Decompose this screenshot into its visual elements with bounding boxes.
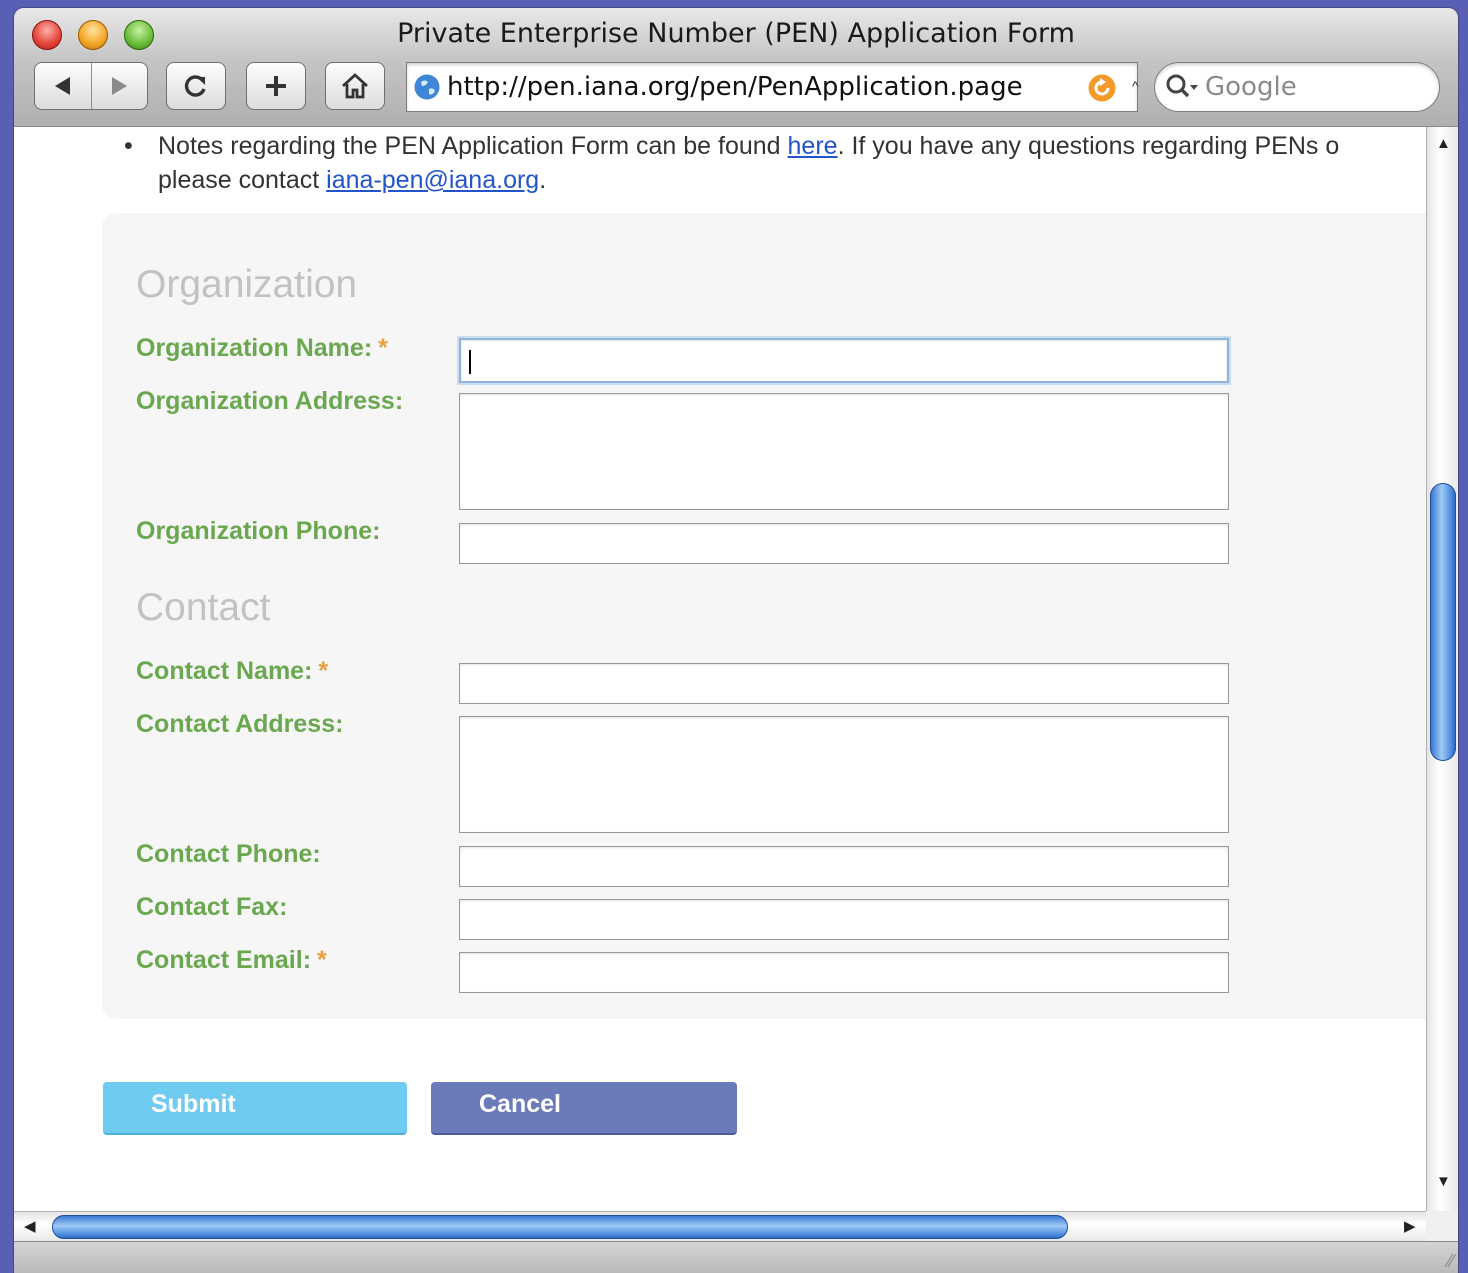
page-content: • Notes regarding the PEN Application Fo… <box>14 127 1426 1211</box>
contact-email-input[interactable] <box>459 952 1229 993</box>
notes-line-2: please contact iana-pen@iana.org. <box>158 163 546 197</box>
title-bar: Private Enterprise Number (PEN) Applicat… <box>14 8 1458 127</box>
address-bar[interactable]: http://pen.iana.org/pen/PenApplication.p… <box>406 62 1138 112</box>
scroll-left-arrow-icon[interactable]: ◀ <box>24 1217 36 1235</box>
contact-name-label-text: Contact Name: <box>136 657 313 685</box>
snapback-icon[interactable] <box>1087 73 1117 103</box>
contact-email-label: Contact Email: * <box>136 946 327 975</box>
window-title: Private Enterprise Number (PEN) Applicat… <box>397 18 1075 49</box>
required-marker: * <box>378 334 388 362</box>
notes-text: Notes regarding the PEN Application Form… <box>158 132 788 160</box>
organization-phone-label: Organization Phone: <box>136 517 381 545</box>
required-marker: * <box>318 657 329 685</box>
home-icon <box>342 73 368 99</box>
search-icon <box>1166 74 1198 98</box>
organization-address-textarea[interactable] <box>459 393 1229 510</box>
contact-fax-label: Contact Fax: <box>136 893 288 921</box>
status-bar: ⁄⁄ <box>14 1241 1458 1273</box>
contact-email-link[interactable]: iana-pen@iana.org <box>326 166 539 194</box>
forward-arrow-icon <box>112 77 128 95</box>
home-button[interactable] <box>325 62 385 110</box>
back-button[interactable] <box>35 63 91 109</box>
organization-name-label: Organization Name: * <box>136 334 388 363</box>
reload-icon <box>184 75 206 97</box>
globe-icon <box>414 74 440 100</box>
organization-name-input[interactable] <box>459 338 1229 383</box>
submit-button[interactable]: Submit <box>103 1082 407 1135</box>
browser-window: Private Enterprise Number (PEN) Applicat… <box>14 8 1458 1273</box>
contact-prefix-text: please contact <box>158 166 327 194</box>
resize-grip-icon[interactable]: ⁄⁄ <box>1448 1251 1454 1272</box>
forward-button[interactable] <box>92 63 148 109</box>
notes-text-after: . If you have any questions regarding PE… <box>837 132 1340 160</box>
contact-name-label: Contact Name: * <box>136 657 328 686</box>
contact-address-label: Contact Address: <box>136 710 344 738</box>
text-cursor <box>469 350 471 374</box>
required-marker: * <box>317 946 327 974</box>
vertical-scroll-thumb[interactable] <box>1430 483 1456 761</box>
organization-heading: Organization <box>136 263 358 306</box>
bullet-dot: • <box>124 132 133 160</box>
scroll-corner <box>1426 1211 1458 1241</box>
scroll-up-arrow-icon[interactable]: ▲ <box>1436 135 1451 152</box>
horizontal-scrollbar[interactable]: ◀ ▶ <box>14 1211 1426 1242</box>
caret-up-icon[interactable]: ^ <box>1132 78 1139 94</box>
contact-email-label-text: Contact Email: <box>136 946 312 974</box>
organization-phone-input[interactable] <box>459 523 1229 564</box>
back-arrow-icon <box>54 77 70 95</box>
back-forward-group <box>34 62 148 110</box>
contact-phone-input[interactable] <box>459 846 1229 887</box>
contact-address-textarea[interactable] <box>459 716 1229 833</box>
add-bookmark-button[interactable] <box>246 62 306 110</box>
contact-suffix-text: . <box>539 166 547 194</box>
cancel-button[interactable]: Cancel <box>431 1082 737 1135</box>
scroll-down-arrow-icon[interactable]: ▼ <box>1436 1173 1451 1190</box>
plus-icon <box>266 76 286 96</box>
notes-line-1: Notes regarding the PEN Application Form… <box>158 129 1339 163</box>
scroll-right-arrow-icon[interactable]: ▶ <box>1404 1217 1416 1235</box>
contact-phone-label: Contact Phone: <box>136 840 321 868</box>
vertical-scrollbar[interactable]: ▲ ▼ <box>1426 127 1458 1211</box>
search-field[interactable]: Google <box>1154 62 1440 112</box>
organization-address-label: Organization Address: <box>136 387 404 415</box>
contact-heading: Contact <box>136 586 271 629</box>
url-text: http://pen.iana.org/pen/PenApplication.p… <box>447 72 1023 102</box>
contact-name-input[interactable] <box>459 663 1229 704</box>
reload-button[interactable] <box>166 62 226 110</box>
search-placeholder: Google <box>1205 72 1297 102</box>
notes-here-link[interactable]: here <box>788 132 838 160</box>
horizontal-scroll-thumb[interactable] <box>52 1215 1068 1239</box>
organization-name-label-text: Organization Name: <box>136 334 373 362</box>
contact-fax-input[interactable] <box>459 899 1229 940</box>
